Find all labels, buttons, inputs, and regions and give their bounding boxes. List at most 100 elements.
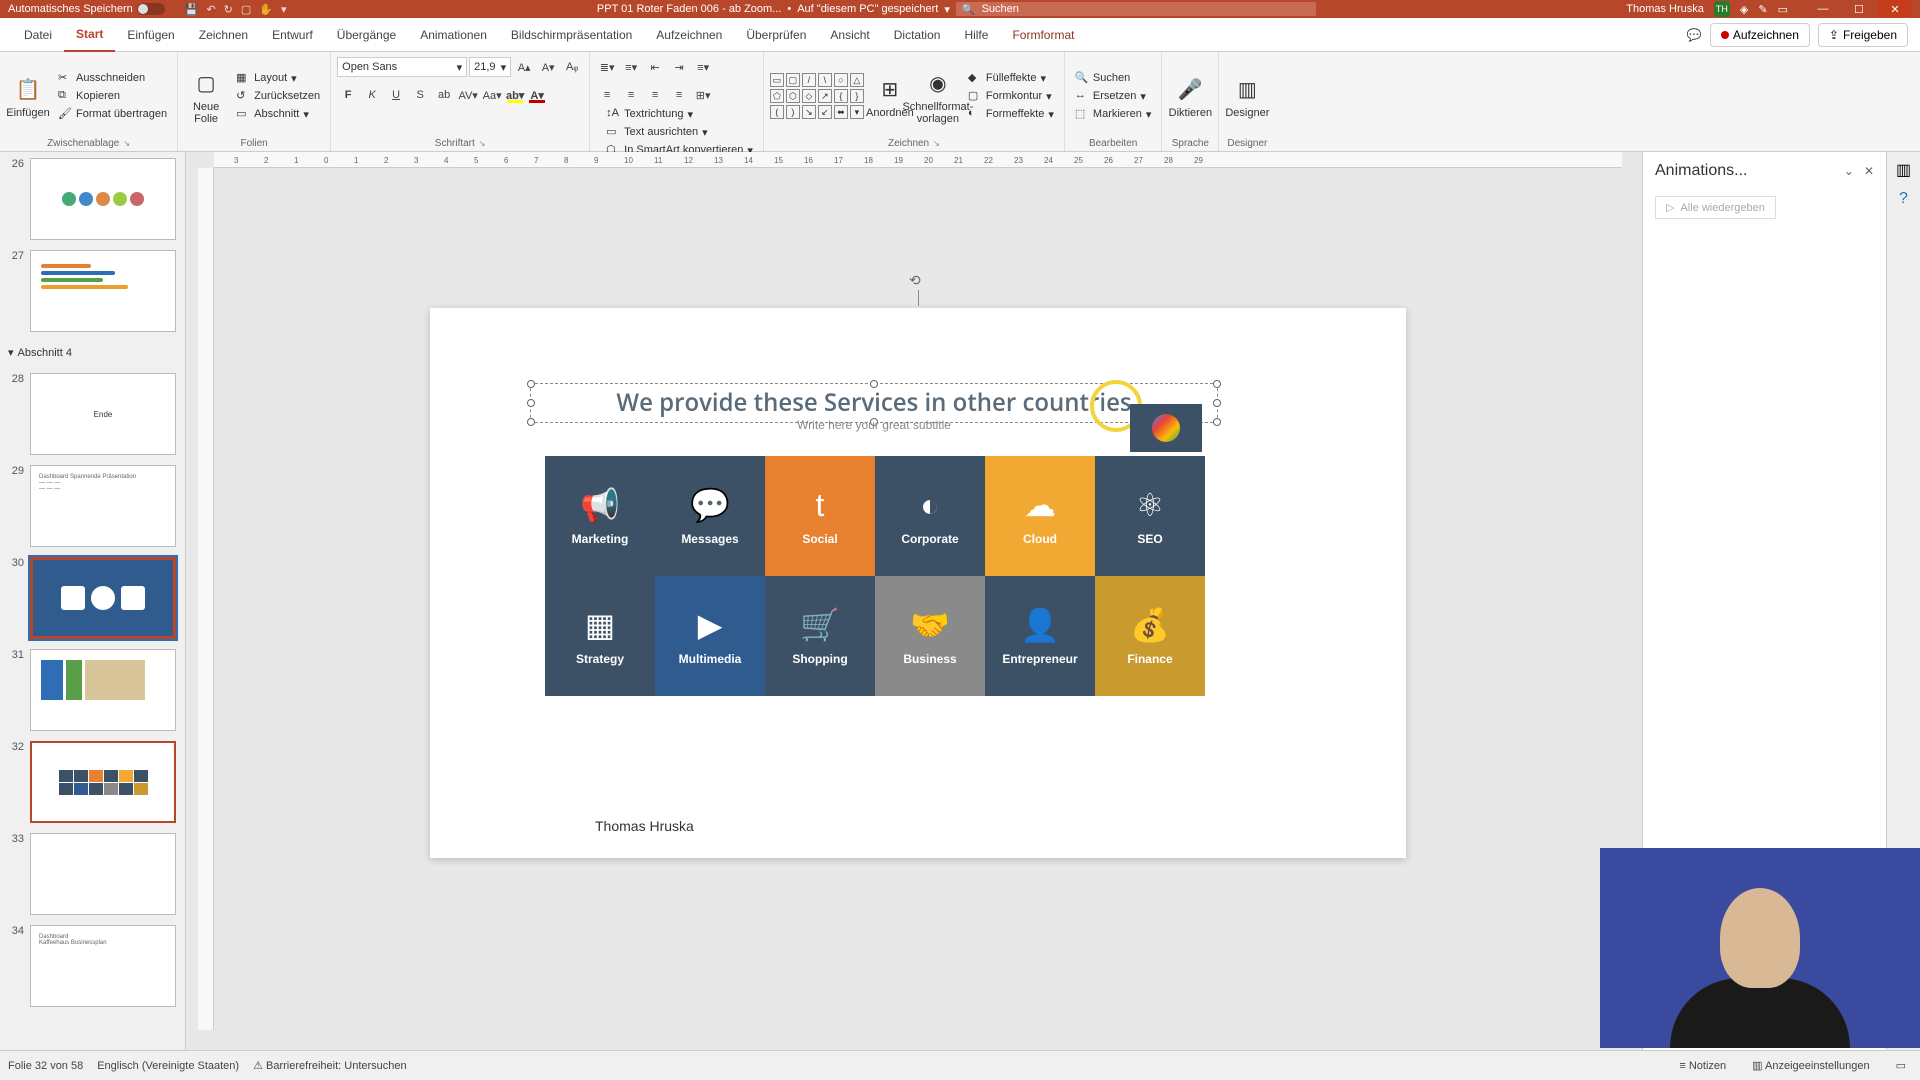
increase-font-icon[interactable]: A▴: [513, 56, 535, 78]
touch-mode-icon[interactable]: ✋: [259, 3, 273, 16]
font-family-select[interactable]: Open Sans▾: [337, 57, 467, 77]
user-name[interactable]: Thomas Hruska: [1626, 3, 1704, 15]
tile-multimedia[interactable]: ▶Multimedia: [655, 576, 765, 696]
copy-button[interactable]: ⧉Kopieren: [54, 88, 171, 104]
qat-more-icon[interactable]: ▾: [281, 3, 287, 16]
numbering-button[interactable]: ≡▾: [620, 56, 642, 78]
tab-aufzeichnen[interactable]: Aufzeichnen: [644, 18, 734, 52]
format-painter-button[interactable]: 🖌Format übertragen: [54, 106, 171, 122]
slide-counter[interactable]: Folie 32 von 58: [8, 1060, 83, 1072]
decrease-indent-icon[interactable]: ⇤: [644, 56, 666, 78]
dialog-launcher-icon[interactable]: ↘: [123, 139, 130, 148]
slide-thumbnail-29[interactable]: Dashboard Spannende Präsentation— — —— —…: [30, 465, 176, 547]
cut-button[interactable]: ✂Ausschneiden: [54, 70, 171, 86]
cloud-sync-icon[interactable]: ◈: [1740, 3, 1748, 16]
shape-fill-button[interactable]: ◆Fülleffekte▾: [964, 70, 1058, 86]
italic-button[interactable]: K: [361, 84, 383, 106]
slideshow-start-icon[interactable]: ▢: [241, 3, 251, 16]
notes-button[interactable]: ≡ Notizen: [1673, 1058, 1732, 1074]
decrease-font-icon[interactable]: A▾: [537, 56, 559, 78]
tab-dictation[interactable]: Dictation: [882, 18, 953, 52]
slide[interactable]: ⟲ We provide these Services in other cou…: [430, 308, 1406, 858]
align-text-button[interactable]: ▭Text ausrichten▾: [602, 124, 757, 140]
dialog-launcher-icon[interactable]: ↘: [479, 139, 486, 148]
tile-finance[interactable]: 💰Finance: [1095, 576, 1205, 696]
tab-hilfe[interactable]: Hilfe: [952, 18, 1000, 52]
share-button[interactable]: ⇪Freigeben: [1818, 23, 1908, 47]
font-color-button[interactable]: A▾: [527, 86, 547, 104]
slide-thumbnail-31[interactable]: [30, 649, 176, 731]
tab-zeichnen[interactable]: Zeichnen: [187, 18, 260, 52]
horizontal-ruler[interactable]: 3210123456789101112131415161718192021222…: [214, 152, 1622, 168]
slide-thumbnail-30[interactable]: [30, 557, 176, 639]
layout-button[interactable]: ▦Layout▾: [232, 70, 324, 86]
autosave-toggle[interactable]: Automatisches Speichern: [8, 3, 165, 15]
slide-thumbnails-panel[interactable]: 26 27 ▾Abschnitt 4 28 Ende 29 Dashboard …: [0, 152, 186, 1050]
change-case-button[interactable]: Aa▾: [481, 84, 503, 106]
user-avatar[interactable]: TH: [1714, 1, 1730, 17]
dictate-button[interactable]: 🎤Diktieren: [1168, 67, 1212, 125]
quick-styles-button[interactable]: ◉Schnellformat- vorlagen: [916, 67, 960, 125]
chevron-down-icon[interactable]: ▾: [944, 3, 950, 16]
slide-thumbnail-27[interactable]: [30, 250, 176, 332]
tab-uebergaenge[interactable]: Übergänge: [325, 18, 408, 52]
section-button[interactable]: ▭Abschnitt▾: [232, 106, 324, 122]
increase-indent-icon[interactable]: ⇥: [668, 56, 690, 78]
justify-icon[interactable]: ≡: [668, 84, 690, 106]
strikethrough-button[interactable]: S: [409, 84, 431, 106]
shape-effects-button[interactable]: ◐Formeffekte▾: [964, 106, 1058, 122]
maximize-button[interactable]: ☐: [1842, 0, 1876, 18]
close-pane-icon[interactable]: ✕: [1864, 164, 1874, 178]
comments-icon[interactable]: 💬: [1687, 28, 1702, 42]
tile-business[interactable]: 🤝Business: [875, 576, 985, 696]
slide-thumbnail-26[interactable]: [30, 158, 176, 240]
font-size-select[interactable]: 21,9▾: [469, 57, 511, 77]
normal-view-icon[interactable]: ▭: [1890, 1057, 1912, 1074]
char-spacing-button[interactable]: AV▾: [457, 84, 479, 106]
tab-start[interactable]: Start: [64, 18, 115, 52]
bullets-button[interactable]: ≣▾: [596, 56, 618, 78]
highlight-button[interactable]: ab▾: [505, 86, 525, 104]
redo-icon[interactable]: ↻: [224, 3, 233, 16]
align-center-icon[interactable]: ≡: [620, 84, 642, 106]
tab-formformat[interactable]: Formformat: [1000, 18, 1086, 52]
tile-shopping[interactable]: 🛒Shopping: [765, 576, 875, 696]
help-icon[interactable]: ?: [1899, 190, 1908, 208]
tile-entrepreneur[interactable]: 👤Entrepreneur: [985, 576, 1095, 696]
tab-einfuegen[interactable]: Einfügen: [115, 18, 186, 52]
rotate-handle-icon[interactable]: ⟲: [909, 272, 927, 290]
new-slide-button[interactable]: ▢Neue Folie: [184, 67, 228, 125]
clear-formatting-icon[interactable]: Aᵩ: [561, 56, 583, 78]
align-left-icon[interactable]: ≡: [596, 84, 618, 106]
tile-strategy[interactable]: ▦Strategy: [545, 576, 655, 696]
tab-bildschirmpraesentation[interactable]: Bildschirmpräsentation: [499, 18, 644, 52]
align-right-icon[interactable]: ≡: [644, 84, 666, 106]
close-button[interactable]: ✕: [1878, 0, 1912, 18]
line-spacing-button[interactable]: ≡▾: [692, 56, 714, 78]
play-all-button[interactable]: ▷Alle wiedergeben: [1655, 196, 1776, 219]
accessibility-check[interactable]: ⚠ Barrierefreiheit: Untersuchen: [253, 1059, 407, 1072]
tab-datei[interactable]: Datei: [12, 18, 64, 52]
slide-title[interactable]: We provide these Services in other count…: [530, 386, 1218, 419]
search-box[interactable]: 🔍 Suchen: [956, 2, 1316, 16]
coming-soon-icon[interactable]: ✎: [1758, 3, 1767, 16]
underline-button[interactable]: U: [385, 84, 407, 106]
slide-subtitle[interactable]: Write here your great subtitle: [530, 418, 1218, 432]
slide-thumbnail-33[interactable]: [30, 833, 176, 915]
text-shadow-button[interactable]: ab: [433, 84, 455, 106]
tile-social[interactable]: tSocial: [765, 456, 875, 576]
tab-entwurf[interactable]: Entwurf: [260, 18, 325, 52]
find-button[interactable]: 🔍Suchen: [1071, 70, 1155, 86]
tile-seo[interactable]: ⚛SEO: [1095, 456, 1205, 576]
shape-outline-button[interactable]: ▢Formkontur▾: [964, 88, 1058, 104]
shapes-gallery[interactable]: ▭▢/\○△ ⬠⬡◇↗{} ()↘↙⬌▾: [770, 73, 864, 119]
save-icon[interactable]: 💾: [185, 3, 199, 16]
bold-button[interactable]: F: [337, 84, 359, 106]
record-button[interactable]: Aufzeichnen: [1710, 23, 1810, 47]
document-name[interactable]: PPT 01 Roter Faden 006 - ab Zoom...: [597, 3, 781, 15]
chevron-down-icon[interactable]: ⌄: [1844, 164, 1854, 178]
select-button[interactable]: ⬚Markieren▾: [1071, 106, 1155, 122]
replace-button[interactable]: ↔Ersetzen▾: [1071, 88, 1155, 104]
language-indicator[interactable]: Englisch (Vereinigte Staaten): [97, 1060, 239, 1072]
tile-messages[interactable]: 💬Messages: [655, 456, 765, 576]
